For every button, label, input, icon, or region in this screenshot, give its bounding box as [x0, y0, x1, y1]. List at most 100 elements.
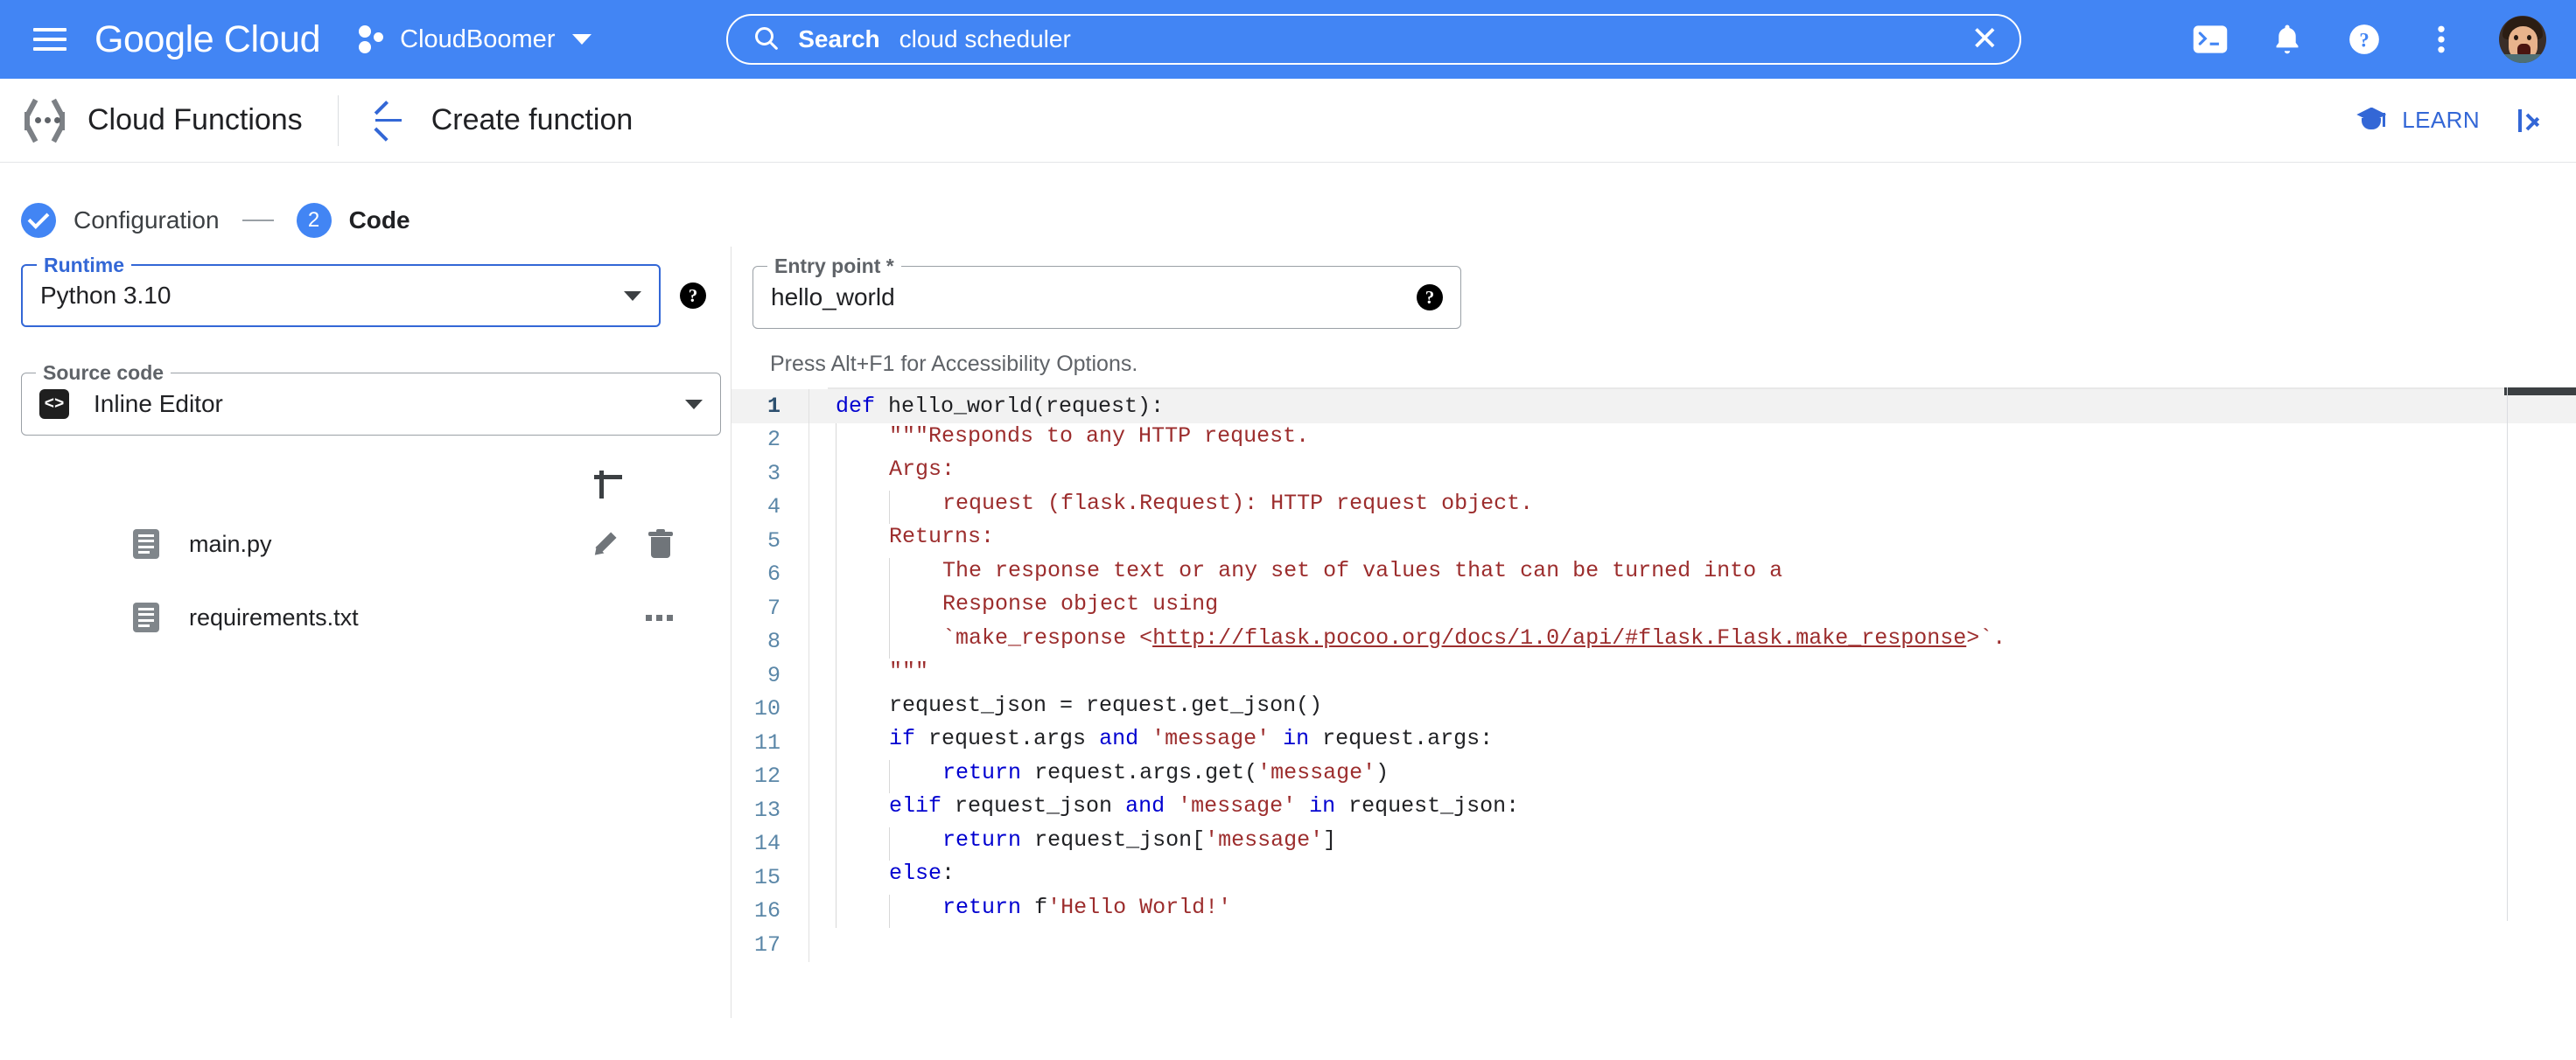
code-line[interactable]: 13 elif request_json and 'message' in re…	[732, 793, 2576, 827]
google-cloud-logo[interactable]: Google Cloud	[94, 18, 321, 61]
hamburger-icon[interactable]	[30, 23, 70, 56]
code-line[interactable]: 15 else:	[732, 861, 2576, 895]
indent-guide	[836, 826, 889, 861]
code-line[interactable]: 12 return request.args.get('message')	[732, 759, 2576, 793]
delete-file-icon[interactable]	[647, 529, 675, 559]
search-input[interactable]: Search cloud scheduler ✕	[726, 14, 2022, 65]
main-content: Runtime Python 3.10 ? Source code <> Inl…	[0, 247, 2576, 1018]
project-selector[interactable]: CloudBoomer	[359, 24, 592, 54]
code-token: """Responds to any HTTP request.	[889, 422, 1310, 449]
file-name: requirements.txt	[189, 603, 359, 631]
code-line[interactable]: 10 request_json = request.get_json()	[732, 692, 2576, 726]
entry-point-help-icon[interactable]: ?	[1417, 284, 1443, 310]
step-configuration[interactable]: Configuration	[21, 203, 220, 238]
code-token: request_json:	[1348, 793, 1520, 819]
stepper-connector	[242, 220, 274, 221]
source-code-label: Source code	[36, 361, 172, 385]
code-token: and	[1099, 726, 1152, 751]
code-line[interactable]: 8 `make_response <http://flask.pocoo.org…	[732, 624, 2576, 659]
code-line[interactable]: 2 """Responds to any HTTP request.	[732, 422, 2576, 457]
code-text: The response text or any set of values t…	[809, 557, 1782, 591]
help-icon[interactable]: ?	[2345, 20, 2384, 59]
code-line[interactable]: 3 Args:	[732, 457, 2576, 491]
back-arrow-icon[interactable]	[368, 100, 409, 141]
indent-guide	[889, 624, 942, 659]
entry-point-input[interactable]: Entry point * hello_world ?	[752, 255, 1461, 329]
more-options-icon[interactable]	[644, 608, 675, 628]
code-line[interactable]: 1 def hello_world(request):	[732, 389, 2576, 423]
line-number: 4	[766, 494, 780, 520]
line-number: 10	[753, 696, 780, 722]
code-token: """	[889, 659, 929, 684]
file-list: main.py requirements.txt	[21, 507, 706, 654]
code-link[interactable]: http://flask.pocoo.org/docs/1.0/api/#fla…	[1152, 625, 1966, 651]
code-token: def	[836, 393, 889, 419]
code-text: return request_json['message']	[809, 826, 1337, 861]
code-line[interactable]: 16 return f'Hello World!'	[732, 894, 2576, 928]
runtime-row: Runtime Python 3.10 ?	[21, 254, 706, 327]
line-number: 15	[753, 864, 780, 890]
indent-guide	[836, 557, 889, 591]
code-token: request_json[	[1034, 826, 1206, 853]
indent-guide	[836, 422, 889, 457]
code-token: Returns:	[889, 524, 995, 549]
more-options-icon[interactable]	[2422, 20, 2460, 59]
code-line[interactable]: 9 """	[732, 659, 2576, 693]
clear-search-icon[interactable]: ✕	[1970, 23, 1998, 56]
code-token: request.args	[928, 726, 1100, 751]
search-label: Search	[798, 25, 880, 52]
svg-text:?: ?	[2359, 29, 2369, 51]
file-list-item[interactable]: main.py	[21, 507, 706, 581]
line-number: 9	[766, 662, 780, 688]
file-list-item[interactable]: requirements.txt	[21, 581, 706, 654]
header-divider	[337, 94, 339, 146]
line-number: 1	[766, 393, 780, 419]
code-line[interactable]: 5 Returns:	[732, 524, 2576, 558]
code-token: else	[889, 861, 942, 886]
notifications-icon[interactable]	[2268, 20, 2306, 59]
code-token: request_json = request.get_json()	[889, 692, 1323, 718]
code-editor[interactable]: 1 def hello_world(request): 2 """Responds …	[732, 387, 2576, 962]
code-token: :	[942, 861, 956, 886]
editor-scrollbar[interactable]	[2504, 387, 2576, 395]
right-panel: Entry point * hello_world ? Press Alt+F1…	[731, 247, 2576, 1018]
code-token: return	[942, 894, 1035, 920]
runtime-select[interactable]: Runtime Python 3.10	[21, 254, 661, 327]
add-file-button[interactable]	[587, 457, 629, 499]
project-name: CloudBoomer	[400, 24, 556, 53]
search-value: cloud scheduler	[899, 25, 1071, 52]
code-line[interactable]: 4 request (flask.Request): HTTP request …	[732, 490, 2576, 524]
edit-file-icon[interactable]	[591, 529, 620, 559]
collapse-panel-icon[interactable]	[2515, 103, 2550, 138]
indent-guide	[836, 457, 889, 491]
product-name[interactable]: Cloud Functions	[88, 103, 303, 137]
file-actions	[591, 529, 675, 559]
line-number: 17	[753, 931, 780, 958]
avatar[interactable]	[2499, 16, 2546, 63]
code-line[interactable]: 11 if request.args and 'message' in requ…	[732, 726, 2576, 760]
code-line[interactable]: 14 return request_json['message']	[732, 826, 2576, 861]
learn-button[interactable]: LEARN	[2356, 107, 2480, 134]
line-number: 3	[766, 460, 780, 486]
step-code[interactable]: 2 Code	[296, 203, 410, 238]
header-actions: LEARN	[2356, 103, 2550, 138]
indent-guide	[836, 624, 889, 659]
code-token: request_json	[955, 793, 1126, 819]
graduation-cap-icon	[2356, 107, 2390, 134]
code-text: elif request_json and 'message' in reque…	[809, 793, 1519, 827]
file-icon	[133, 529, 159, 559]
code-line[interactable]: 6 The response text or any set of values…	[732, 557, 2576, 591]
gutter-rule	[808, 928, 809, 962]
code-line[interactable]: 17	[732, 928, 2576, 962]
code-text: return f'Hello World!'	[809, 894, 1231, 928]
line-number: 7	[766, 595, 780, 621]
runtime-help-icon[interactable]: ?	[680, 282, 706, 309]
line-number: 16	[753, 898, 780, 924]
chevron-down-icon	[572, 34, 592, 45]
topbar-actions: ?	[2191, 16, 2546, 63]
code-token: ]	[1323, 826, 1337, 853]
code-line[interactable]: 7 Response object using	[732, 591, 2576, 625]
source-code-select[interactable]: Source code <> Inline Editor	[21, 361, 721, 436]
cloud-shell-icon[interactable]	[2191, 20, 2230, 59]
learn-label: LEARN	[2402, 107, 2480, 133]
